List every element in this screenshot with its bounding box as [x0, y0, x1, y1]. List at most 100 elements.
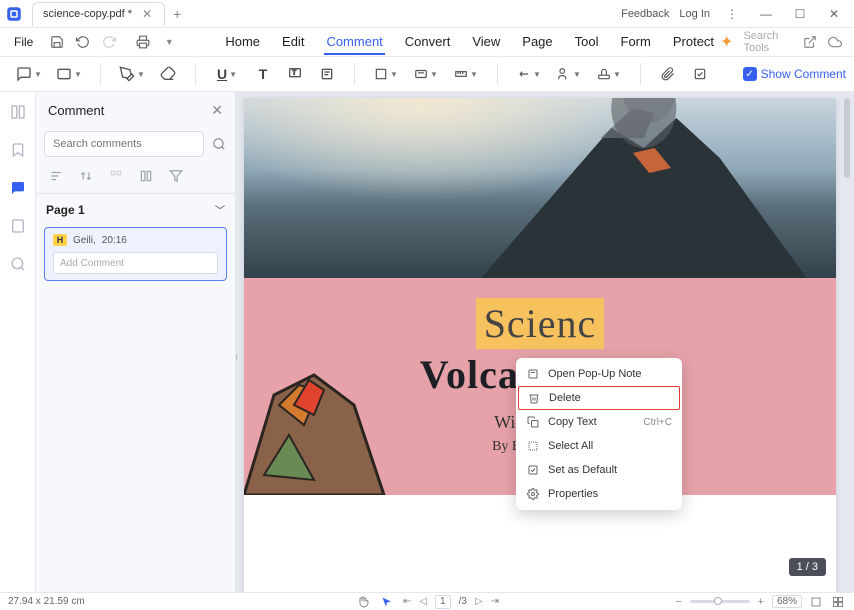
print-dropdown-icon[interactable]: ▼ [159, 32, 179, 52]
tab-home[interactable]: Home [223, 30, 262, 55]
tab-title: science-copy.pdf * [43, 8, 132, 20]
copy-icon [526, 415, 540, 429]
tab-convert[interactable]: Convert [403, 30, 453, 55]
comment-item[interactable]: H Geili, 20:16 Add Comment [44, 227, 227, 281]
tab-form[interactable]: Form [619, 30, 653, 55]
svg-text:T: T [292, 71, 296, 77]
typewriter-tool[interactable]: T [250, 61, 276, 87]
tab-protect[interactable]: Protect [671, 30, 716, 55]
search-tools-input[interactable]: Search Tools [743, 30, 792, 54]
zoom-percent[interactable]: 68% [772, 595, 802, 608]
highlighted-text[interactable]: Scienc [476, 298, 605, 349]
vertical-scrollbar[interactable] [844, 98, 850, 178]
comment-time: 20:16 [102, 235, 127, 246]
tab-comment[interactable]: Comment [324, 30, 384, 55]
bookmarks-icon[interactable] [8, 140, 28, 160]
separator [100, 63, 101, 85]
cloud-icon[interactable] [828, 32, 843, 52]
cm-select-all[interactable]: Select All [516, 434, 682, 458]
kebab-menu-icon[interactable]: ⋮ [720, 2, 744, 26]
signature-tool[interactable]: ▼ [552, 61, 586, 87]
add-comment-input[interactable]: Add Comment [53, 252, 218, 274]
collapse-icon[interactable] [136, 167, 156, 185]
sort-list-icon[interactable] [46, 167, 66, 185]
separator [354, 63, 355, 85]
fit-page-icon[interactable] [830, 596, 846, 608]
document-tab[interactable]: science-copy.pdf * ✕ [32, 2, 165, 26]
redo-icon[interactable] [99, 32, 119, 52]
zoom-slider[interactable] [690, 600, 750, 603]
zoom-in-icon[interactable]: + [756, 596, 766, 608]
new-tab-button[interactable]: + [173, 6, 181, 22]
pdf-page[interactable]: W [244, 98, 836, 592]
expand-icon[interactable] [106, 167, 126, 185]
note-tool[interactable]: ▼ [12, 61, 46, 87]
page-number-input[interactable]: 1 [435, 595, 451, 609]
stamp-custom-tool[interactable]: ▼ [592, 61, 626, 87]
thumbnails-icon[interactable] [8, 102, 28, 122]
cm-set-default[interactable]: Set as Default [516, 458, 682, 482]
comment-toolbar: ▼ ▼ ▼ U▼ T T ▼ ▼ ▼ ▼ ▼ ▼ ✓ Show Comment [0, 56, 854, 92]
stamp-approve-tool[interactable]: ▼ [512, 61, 546, 87]
file-menu[interactable]: File [8, 35, 39, 49]
page-indicator-badge: 1 / 3 [789, 558, 826, 576]
first-page-icon[interactable]: ⇤ [403, 596, 411, 607]
login-link[interactable]: Log In [679, 8, 710, 20]
link-tool[interactable] [687, 61, 713, 87]
textbox-tool[interactable]: ▼ [52, 61, 86, 87]
fit-width-icon[interactable] [808, 596, 824, 608]
undo-icon[interactable] [73, 32, 93, 52]
next-page-icon[interactable]: ▷ [475, 596, 483, 607]
note-icon [526, 367, 540, 381]
last-page-icon[interactable]: ⇥ [491, 596, 499, 607]
comments-panel-icon[interactable] [8, 178, 28, 198]
shape-rectangle-tool[interactable]: ▼ [369, 61, 403, 87]
attachment-tool[interactable] [655, 61, 681, 87]
print-icon[interactable] [133, 32, 153, 52]
prev-page-icon[interactable]: ◁ [419, 596, 427, 607]
tab-edit[interactable]: Edit [280, 30, 306, 55]
text-area-tool[interactable] [314, 61, 340, 87]
share-icon[interactable] [802, 32, 817, 52]
select-tool-icon[interactable] [379, 596, 395, 608]
measure-tool[interactable]: ▼ [449, 61, 483, 87]
cm-properties[interactable]: Properties [516, 482, 682, 506]
cm-open-popup-note[interactable]: Open Pop-Up Note [516, 362, 682, 386]
comment-author: Geili, [73, 235, 96, 246]
checkbox-icon [526, 463, 540, 477]
feedback-link[interactable]: Feedback [621, 8, 669, 20]
comment-side-panel: Comment ✕ Page 1 ﹀ H Geili, 20:16 Add Co [36, 92, 236, 592]
tab-page[interactable]: Page [520, 30, 554, 55]
eraser-tool[interactable] [155, 61, 181, 87]
show-comment-toggle[interactable]: ✓ Show Comment [743, 67, 846, 81]
cm-delete[interactable]: Delete [518, 386, 680, 410]
panel-close-icon[interactable]: ✕ [211, 102, 223, 119]
zoom-out-icon[interactable]: − [673, 596, 683, 608]
comment-search-icon[interactable] [210, 133, 227, 155]
close-window-icon[interactable]: ✕ [822, 2, 846, 26]
save-icon[interactable] [47, 32, 67, 52]
tab-close-icon[interactable]: ✕ [140, 7, 154, 21]
panel-collapse-handle[interactable]: ◂ [236, 342, 240, 372]
separator [497, 63, 498, 85]
comment-search-input[interactable] [44, 131, 204, 157]
app-logo [0, 0, 28, 28]
cm-copy-text[interactable]: Copy Text Ctrl+C [516, 410, 682, 434]
attachments-panel-icon[interactable] [8, 216, 28, 236]
tab-tool[interactable]: Tool [573, 30, 601, 55]
hand-tool-icon[interactable] [355, 596, 371, 608]
tab-view[interactable]: View [470, 30, 502, 55]
underline-tool[interactable]: U▼ [210, 61, 244, 87]
menubar: File ▼ Home Edit Comment Convert View Pa… [0, 28, 854, 56]
page-section-header[interactable]: Page 1 ﹀ [36, 193, 235, 225]
filter-icon[interactable] [166, 167, 186, 185]
sort-asc-icon[interactable] [76, 167, 96, 185]
search-panel-icon[interactable] [8, 254, 28, 274]
stamp-tool[interactable]: ▼ [409, 61, 443, 87]
magic-wand-icon[interactable]: ✦ [720, 32, 733, 52]
titlebar: science-copy.pdf * ✕ + Feedback Log In ⋮… [0, 0, 854, 28]
text-callout-tool[interactable]: T [282, 61, 308, 87]
highlight-tool[interactable]: ▼ [115, 61, 149, 87]
minimize-icon[interactable]: — [754, 2, 778, 26]
maximize-icon[interactable]: ☐ [788, 2, 812, 26]
